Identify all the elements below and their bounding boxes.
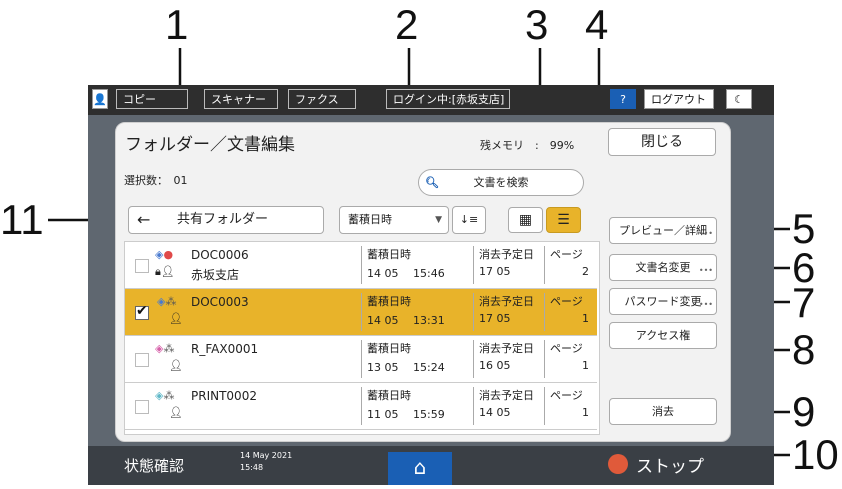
stored-date-value: 11 05 15:59 (367, 408, 445, 421)
back-arrow-icon[interactable]: ← (137, 207, 150, 233)
table-row[interactable]: ◈● 🔒︎👤︎ DOC0006 赤坂支店 蓄積日時 14 05 15:46 消去… (125, 242, 597, 289)
document-type-icon: ◈● (155, 248, 174, 261)
access-rights-button[interactable]: アクセス権 (609, 322, 717, 349)
callout-2: 2 (395, 1, 419, 48)
search-documents-button[interactable]: 🔍︎ 文書を検索 (418, 169, 584, 196)
user-icon: 👤︎ (169, 406, 183, 419)
rename-label: 文書名変更 (635, 261, 691, 274)
stored-date-label: 蓄積日時 (367, 389, 411, 402)
table-row[interactable]: ◈⁂ 👤︎ R_FAX0001 蓄積日時 13 05 15:24 消去予定日 1… (125, 336, 597, 383)
password-label: パスワード変更 (624, 295, 702, 308)
scanner-button[interactable]: スキャナー (204, 89, 278, 109)
grid-view-icon[interactable]: ▦ (508, 207, 543, 233)
fax-button[interactable]: ファクス (288, 89, 356, 109)
folder-name: 共有フォルダー (177, 212, 269, 227)
stop-icon (608, 454, 628, 474)
rename-button[interactable]: 文書名変更 ••• (609, 254, 717, 281)
stored-date-label: 蓄積日時 (367, 248, 411, 261)
user-icon: 👤︎ (169, 359, 183, 372)
delete-date-label: 消去予定日 (479, 342, 534, 355)
pages-label: ページ (550, 389, 583, 402)
row-checkbox[interactable] (135, 400, 149, 414)
copy-button[interactable]: コピー (116, 89, 188, 109)
delete-date-label: 消去予定日 (479, 248, 534, 261)
delete-button[interactable]: 消去 (609, 398, 717, 425)
top-bar: 👤 コピー スキャナー ファクス ログイン中:[赤坂支店] ? ログアウト ☾ (88, 85, 774, 115)
stop-button[interactable]: ストップ (636, 452, 704, 477)
search-icon: 🔍︎ (425, 176, 439, 189)
pages-value: 1 (582, 406, 589, 419)
help-button[interactable]: ? (610, 89, 636, 109)
document-type-icon: ◈⁂ (157, 295, 177, 308)
folder-breadcrumb[interactable]: ← 共有フォルダー (128, 206, 324, 234)
sort-dropdown[interactable]: 蓄積日時 ▼ (339, 206, 449, 234)
document-owner: 赤坂支店 (191, 268, 240, 282)
row-checkbox[interactable] (135, 259, 149, 273)
stored-date-label: 蓄積日時 (367, 295, 411, 308)
stored-date-label: 蓄積日時 (367, 342, 411, 355)
user-icon: 👤︎ (169, 312, 183, 325)
print-document-icon: ◈⁂ (155, 389, 175, 402)
date-display: 14 May 2021 (240, 451, 293, 460)
memory-remaining: 残メモリ : 99% (480, 139, 575, 152)
callout-8: 8 (792, 326, 816, 373)
stored-date-value: 14 05 13:31 (367, 314, 445, 327)
home-icon[interactable]: ⌂ (388, 452, 452, 485)
callout-7: 7 (792, 279, 816, 326)
lock-icon: 🔒︎👤︎ (155, 265, 175, 278)
list-view-icon[interactable]: ☰ (546, 207, 581, 233)
selected-count: 選択数： 01 (124, 174, 188, 187)
table-row[interactable]: ◈⁂ 👤︎ DOC0003 蓄積日時 14 05 13:31 消去予定日 17 … (125, 289, 597, 336)
status-check-button[interactable]: 状態確認 (124, 455, 184, 476)
preview-details-button[interactable]: プレビュー／詳細 ••• (609, 217, 717, 244)
change-password-button[interactable]: パスワード変更 ••• (609, 288, 717, 315)
callout-11: 11 (0, 196, 44, 243)
page-title: フォルダー／文書編集 (125, 135, 295, 155)
login-status: ログイン中:[赤坂支店] (386, 89, 510, 109)
callout-1: 1 (165, 1, 189, 48)
bottom-bar: 状態確認 14 May 2021 15:48 ⌂ ストップ (88, 446, 774, 485)
pages-value: 1 (582, 312, 589, 325)
chevron-down-icon: ▼ (435, 215, 442, 225)
callout-10: 10 (792, 431, 839, 478)
sort-value: 蓄積日時 (348, 213, 392, 226)
table-row[interactable]: ◈⁂ 👤︎ PRINT0002 蓄積日時 11 05 15:59 消去予定日 1… (125, 383, 597, 430)
delete-date-value: 17 05 (479, 265, 511, 278)
time-display: 15:48 (240, 463, 264, 472)
document-name: DOC0003 (191, 295, 249, 309)
delete-date-value: 14 05 (479, 406, 511, 419)
pages-value: 2 (582, 265, 589, 278)
callout-3: 3 (525, 1, 549, 48)
stored-date-value: 14 05 15:46 (367, 267, 445, 280)
user-icon[interactable]: 👤 (92, 89, 108, 109)
pages-label: ページ (550, 342, 583, 355)
delete-date-value: 16 05 (479, 359, 511, 372)
delete-date-label: 消去予定日 (479, 295, 534, 308)
document-name: DOC0006 (191, 248, 249, 262)
logout-button[interactable]: ログアウト (644, 89, 714, 109)
search-label: 文書を検索 (473, 176, 529, 189)
document-list: ◈● 🔒︎👤︎ DOC0006 赤坂支店 蓄積日時 14 05 15:46 消去… (124, 241, 600, 435)
callout-9: 9 (792, 388, 816, 435)
night-mode-icon[interactable]: ☾ (726, 89, 752, 109)
document-name: PRINT0002 (191, 389, 257, 403)
delete-date-value: 17 05 (479, 312, 511, 325)
stored-date-value: 13 05 15:24 (367, 361, 445, 374)
sort-order-button[interactable]: ↓≡ (452, 206, 486, 234)
document-name: R_FAX0001 (191, 342, 259, 356)
preview-label: プレビュー／詳細 (619, 224, 707, 237)
fax-document-icon: ◈⁂ (155, 342, 175, 355)
delete-date-label: 消去予定日 (479, 389, 534, 402)
row-checkbox[interactable] (135, 303, 149, 320)
pages-label: ページ (550, 295, 583, 308)
pages-label: ページ (550, 248, 583, 261)
pages-value: 1 (582, 359, 589, 372)
callout-4: 4 (585, 1, 609, 48)
close-button[interactable]: 閉じる (608, 128, 716, 156)
row-checkbox[interactable] (135, 353, 149, 367)
